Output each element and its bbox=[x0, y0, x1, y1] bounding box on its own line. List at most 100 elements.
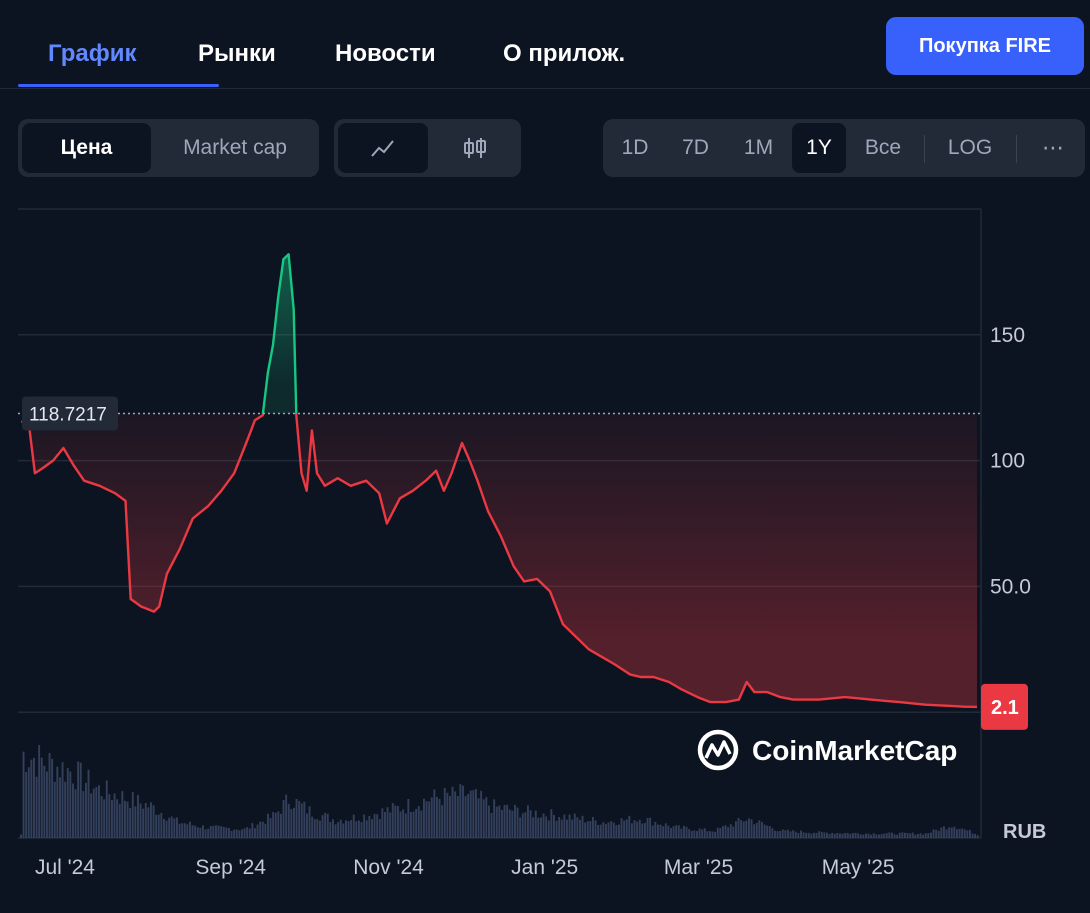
volume-bar bbox=[714, 831, 717, 838]
volume-bar bbox=[703, 828, 706, 838]
volume-bar bbox=[472, 790, 475, 838]
volume-bar bbox=[594, 820, 597, 838]
x-tick-label: Jan '25 bbox=[511, 856, 578, 879]
volume-bar bbox=[423, 798, 425, 838]
volume-bar bbox=[602, 822, 605, 838]
volume-bar bbox=[545, 816, 548, 838]
volume-bar bbox=[417, 806, 420, 838]
volume-bar bbox=[891, 832, 893, 838]
volume-bar bbox=[935, 829, 938, 838]
volume-bar bbox=[698, 828, 701, 838]
volume-bar bbox=[641, 823, 644, 838]
volume-bar bbox=[646, 818, 649, 838]
volume-bar bbox=[228, 828, 230, 838]
volume-bar bbox=[220, 826, 223, 838]
volume-bar bbox=[108, 794, 111, 838]
volume-bar bbox=[277, 811, 280, 838]
volume-bar bbox=[651, 825, 654, 838]
volume-bar bbox=[670, 828, 672, 838]
volume-bar bbox=[350, 820, 353, 838]
volume-bar bbox=[904, 832, 906, 838]
volume-bar bbox=[503, 804, 506, 838]
volume-bar bbox=[508, 809, 511, 838]
volume-bar bbox=[680, 828, 683, 838]
volume-bar bbox=[394, 805, 397, 838]
volume-bar bbox=[46, 771, 48, 838]
x-tick-label: May '25 bbox=[822, 856, 895, 879]
volume-bar bbox=[308, 806, 311, 838]
volume-bar bbox=[485, 797, 488, 838]
volume-bar bbox=[339, 819, 342, 838]
volume-bar bbox=[430, 797, 433, 838]
volume-bar bbox=[298, 800, 301, 838]
volume-bar bbox=[750, 819, 753, 838]
volume-bar bbox=[181, 823, 184, 838]
volume-bar bbox=[911, 832, 914, 838]
volume-bar bbox=[443, 788, 446, 838]
volume-bar bbox=[241, 829, 243, 838]
volume-bar bbox=[433, 789, 436, 838]
volume-bar bbox=[880, 834, 883, 838]
volume-bar bbox=[360, 822, 363, 838]
volume-bar bbox=[948, 827, 951, 838]
volume-bar bbox=[885, 833, 888, 838]
volume-bar bbox=[729, 824, 732, 838]
volume-bar bbox=[755, 822, 758, 838]
volume-bar bbox=[802, 832, 805, 838]
volume-bar bbox=[230, 830, 233, 838]
volume-bar bbox=[358, 820, 360, 838]
volume-bar bbox=[584, 822, 587, 838]
volume-bar bbox=[865, 833, 867, 838]
volume-bar bbox=[766, 825, 769, 838]
volume-bar bbox=[579, 819, 581, 838]
volume-bar bbox=[833, 833, 836, 838]
volume-bar bbox=[623, 820, 626, 838]
volume-bar bbox=[945, 829, 948, 838]
volume-bar bbox=[98, 785, 100, 838]
volume-bar bbox=[404, 813, 407, 838]
volume-bar bbox=[727, 827, 730, 838]
volume-bar bbox=[142, 808, 145, 838]
volume-bar bbox=[745, 820, 748, 838]
volume-bar bbox=[657, 824, 659, 838]
volume-bar bbox=[789, 831, 792, 838]
x-axis-labels: Jul '24 Sep '24 Nov '24 Jan '25 Mar '25 May '… bbox=[35, 856, 895, 879]
volume-bar bbox=[326, 813, 329, 838]
volume-bar bbox=[781, 829, 784, 838]
volume-bar bbox=[389, 812, 392, 838]
volume-bar bbox=[87, 769, 90, 838]
volume-bar bbox=[901, 832, 904, 838]
volume-bar bbox=[576, 817, 579, 838]
volume-bar bbox=[540, 817, 542, 838]
volume-bar bbox=[532, 817, 535, 838]
volume-bar bbox=[488, 805, 490, 838]
volume-bar bbox=[607, 822, 610, 838]
volume-bar bbox=[740, 820, 743, 838]
baseline-price-label: 118.7217 bbox=[29, 404, 107, 425]
volume-bar bbox=[475, 789, 477, 838]
volume-bar bbox=[758, 820, 761, 838]
volume-bar bbox=[438, 799, 441, 838]
volume-bar bbox=[306, 813, 308, 838]
volume-bar bbox=[537, 817, 540, 838]
volume-bar bbox=[742, 821, 745, 838]
volume-bar bbox=[779, 831, 782, 838]
volume-bar bbox=[235, 829, 238, 838]
volume-bar bbox=[685, 826, 688, 838]
volume-bar bbox=[628, 815, 631, 838]
volume-bar bbox=[776, 831, 779, 838]
volume-bar bbox=[688, 829, 691, 838]
volume-bar bbox=[33, 758, 35, 838]
volume-bar bbox=[207, 828, 210, 838]
volume-bar bbox=[841, 833, 844, 838]
volume-bar bbox=[178, 823, 181, 838]
volume-bar bbox=[217, 825, 220, 838]
volume-bar bbox=[157, 814, 160, 838]
volume-bar bbox=[898, 832, 901, 838]
volume-bar bbox=[711, 831, 714, 838]
volume-bar bbox=[805, 832, 808, 838]
volume-bar bbox=[194, 825, 197, 838]
volume-bar bbox=[446, 792, 449, 838]
volume-bar bbox=[971, 833, 974, 838]
volume-bar bbox=[677, 825, 680, 838]
